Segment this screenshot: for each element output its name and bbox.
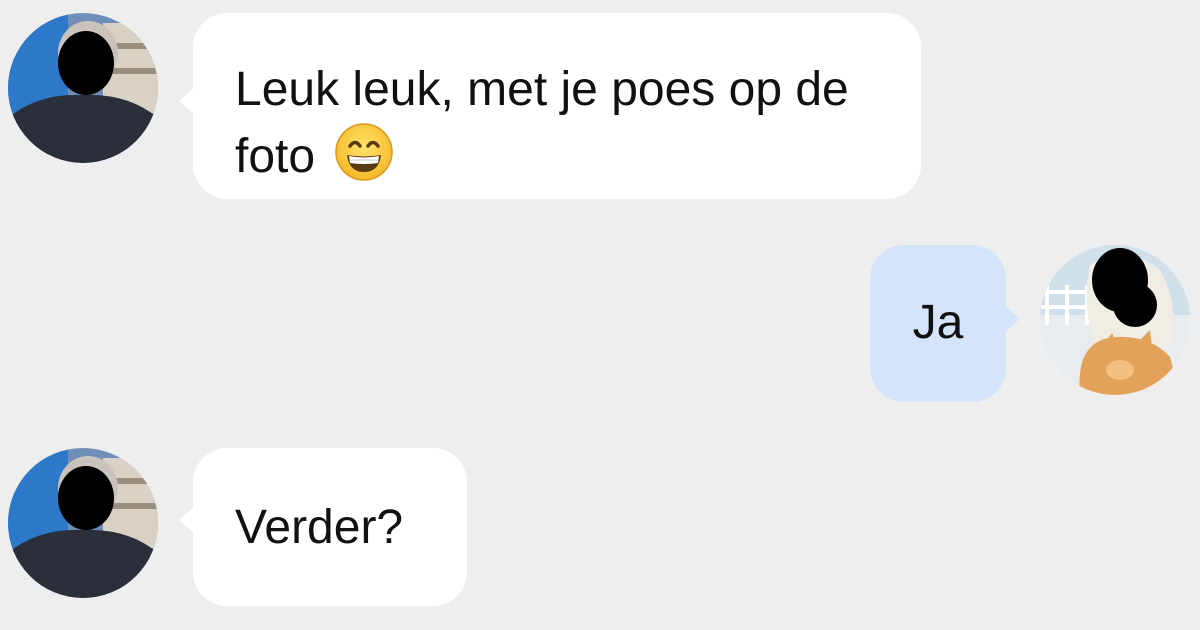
outgoing-message-bubble[interactable]: Ja [870,245,1020,402]
man-avatar-icon [8,448,158,598]
bubble-tail [179,506,195,534]
bubble-tail [179,87,195,115]
man-avatar-icon [8,13,158,163]
message-text: Verder? [235,501,404,554]
message-text: Leuk leuk, met je poes op de foto [235,63,849,183]
grinning-face-emoji-icon [334,122,394,182]
sender-avatar[interactable] [8,13,158,163]
incoming-message-bubble[interactable]: Verder? [179,448,467,606]
receiver-avatar[interactable] [1040,245,1190,395]
incoming-message-bubble[interactable]: Leuk leuk, met je poes op de foto [179,13,921,199]
bubble-tail [1004,305,1020,333]
woman-with-cat-avatar-icon [1040,245,1190,395]
message-text: Ja [912,296,964,349]
sender-avatar[interactable] [8,448,158,598]
